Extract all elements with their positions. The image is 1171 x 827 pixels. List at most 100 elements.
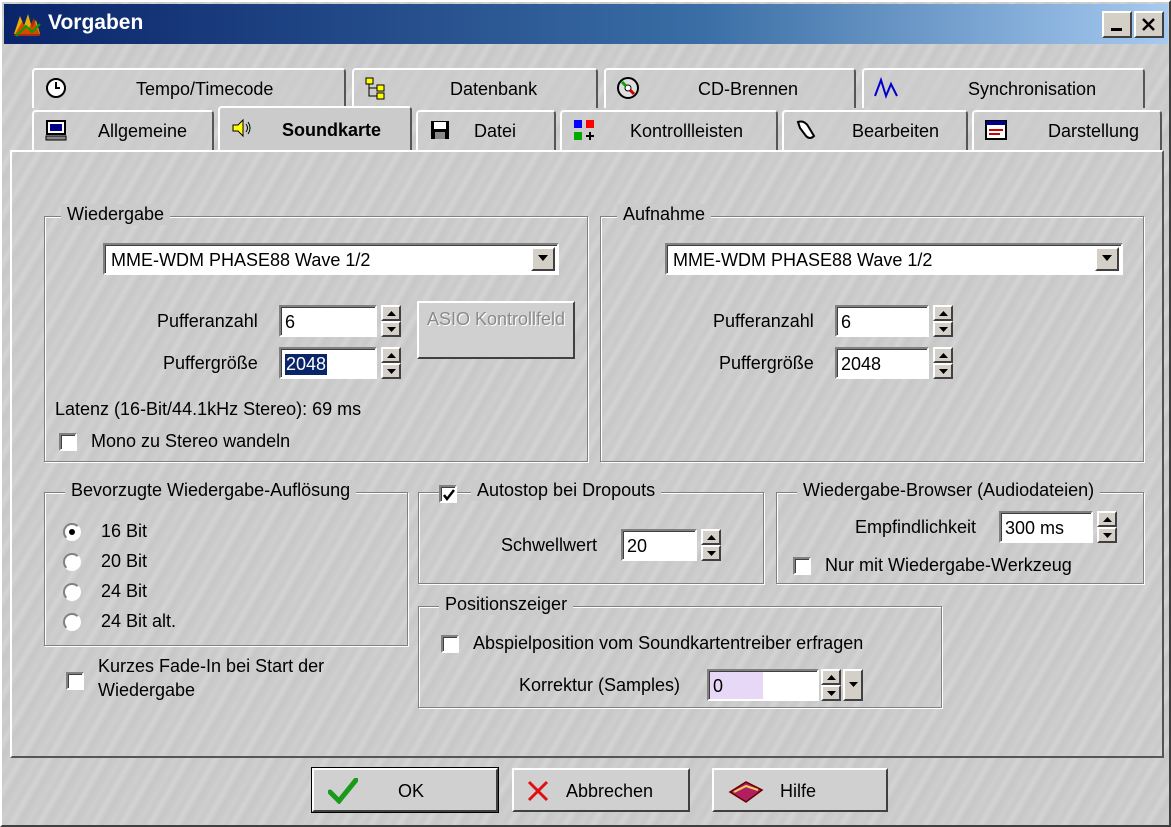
tab-synchronisation[interactable]: Synchronisation xyxy=(862,68,1145,108)
only-with-tool-checkbox[interactable] xyxy=(793,557,811,575)
playback-buffer-count-input[interactable]: 6 xyxy=(279,305,377,337)
arrow-down-icon xyxy=(939,327,948,332)
spin-down-button[interactable] xyxy=(821,685,841,701)
database-icon xyxy=(365,77,385,100)
spin-up-button[interactable] xyxy=(381,305,401,321)
playback-buffer-size-input[interactable]: 2048 xyxy=(279,347,377,379)
position-group: Positionszeiger Abspielposition vom Soun… xyxy=(418,594,942,708)
spin-down-button[interactable] xyxy=(381,321,401,337)
computer-icon xyxy=(45,120,67,141)
recording-buffer-count-spinner[interactable] xyxy=(933,305,953,337)
tab-datei[interactable]: Datei xyxy=(416,110,556,150)
tab-label: Kontrollleisten xyxy=(630,121,744,141)
recording-device-dropdown-button[interactable] xyxy=(1095,247,1119,271)
correction-dropdown-button[interactable] xyxy=(843,669,863,701)
edit-icon xyxy=(796,120,816,139)
clock-icon xyxy=(46,78,66,98)
recording-buffer-size-spinner[interactable] xyxy=(933,347,953,379)
spin-down-button[interactable] xyxy=(933,363,953,379)
title-bar[interactable]: Vorgaben xyxy=(4,4,1168,44)
threshold-spinner[interactable] xyxy=(701,529,721,561)
playback-group: Wiedergabe MME-WDM PHASE88 Wave 1/2 Puff… xyxy=(44,204,588,462)
spin-down-button[interactable] xyxy=(381,363,401,379)
recording-device-select[interactable]: MME-WDM PHASE88 Wave 1/2 xyxy=(665,243,1123,275)
fade-in-checkbox[interactable] xyxy=(66,672,84,690)
spin-up-button[interactable] xyxy=(933,347,953,363)
radio-24-bit-alt[interactable] xyxy=(63,613,81,631)
threshold-input[interactable]: 20 xyxy=(621,529,697,561)
window-title: Vorgaben xyxy=(48,11,144,34)
position-legend: Positionszeiger xyxy=(439,594,574,615)
autostop-checkbox[interactable] xyxy=(439,485,457,503)
tab-allgemeine[interactable]: Allgemeine xyxy=(32,110,214,150)
spin-down-button[interactable] xyxy=(933,321,953,337)
recording-buffer-count-input[interactable]: 6 xyxy=(835,305,929,337)
recording-buffer-count-label: Pufferanzahl xyxy=(713,311,814,331)
minimize-icon xyxy=(1111,28,1122,31)
mono-to-stereo-checkbox[interactable] xyxy=(59,433,77,451)
playback-legend: Wiedergabe xyxy=(61,204,171,225)
resolution-group: Bevorzugte Wiedergabe-Auflösung 16 Bit 2… xyxy=(44,480,408,646)
asio-control-panel-button[interactable]: ASIO Kontrollfeld xyxy=(417,301,575,359)
ok-button[interactable]: OK xyxy=(311,767,499,813)
tab-bearbeiten[interactable]: Bearbeiten xyxy=(782,110,968,150)
radio-24-bit-label: 24 Bit xyxy=(101,581,148,601)
recording-buffer-size-input[interactable]: 2048 xyxy=(835,347,929,379)
help-button[interactable]: Hilfe xyxy=(712,768,888,812)
recording-legend: Aufnahme xyxy=(617,204,712,225)
playback-buffer-size-spinner[interactable] xyxy=(381,347,401,379)
checkmark-icon xyxy=(443,489,455,502)
close-button[interactable] xyxy=(1134,11,1164,38)
spin-down-button[interactable] xyxy=(1097,527,1117,543)
playback-device-dropdown-button[interactable] xyxy=(531,247,555,271)
tab-soundkarte[interactable]: Soundkarte xyxy=(218,106,412,150)
arrow-down-icon xyxy=(387,327,396,332)
arrow-up-icon xyxy=(1103,517,1112,522)
radio-20-bit[interactable] xyxy=(63,553,81,571)
cancel-button[interactable]: Abbrechen xyxy=(512,768,690,812)
tab-label: Tempo/Timecode xyxy=(136,79,274,99)
floppy-icon xyxy=(431,121,449,139)
query-position-checkbox[interactable] xyxy=(441,635,459,653)
tab-cd-brennen[interactable]: CD-Brennen xyxy=(604,68,856,108)
tab-darstellung[interactable]: Darstellung xyxy=(972,110,1162,150)
only-with-tool-label: Nur mit Wiedergabe-Werkzeug xyxy=(825,555,1072,575)
playback-buffer-size-value: 2048 xyxy=(285,354,328,375)
recording-buffer-count-value: 6 xyxy=(841,312,852,332)
spin-up-button[interactable] xyxy=(381,347,401,363)
playback-device-select[interactable]: MME-WDM PHASE88 Wave 1/2 xyxy=(103,243,559,275)
close-icon xyxy=(1142,18,1155,31)
arrow-up-icon xyxy=(387,353,396,358)
playback-device-value: MME-WDM PHASE88 Wave 1/2 xyxy=(111,250,371,270)
spin-up-button[interactable] xyxy=(1097,511,1117,527)
display-icon xyxy=(985,120,1007,140)
mono-to-stereo-label: Mono zu Stereo wandeln xyxy=(91,431,291,451)
tab-kontrollleisten[interactable]: Kontrollleisten xyxy=(560,110,778,150)
radio-16-bit[interactable] xyxy=(63,523,81,541)
latency-text: Latenz (16-Bit/44.1kHz Stereo): 69 ms xyxy=(55,399,362,419)
correction-input[interactable]: 0 xyxy=(707,669,819,701)
spin-up-button[interactable] xyxy=(701,529,721,545)
tab-tempo-timecode[interactable]: Tempo/Timecode xyxy=(32,68,346,108)
correction-dropdown[interactable] xyxy=(843,669,863,701)
autostop-legend: Autostop bei Dropouts xyxy=(471,480,662,501)
radio-24-bit[interactable] xyxy=(63,583,81,601)
autostop-group: Autostop bei Dropouts Schwellwert 20 xyxy=(418,480,764,584)
tab-datenbank[interactable]: Datenbank xyxy=(352,68,598,108)
playback-buffer-count-spinner[interactable] xyxy=(381,305,401,337)
playback-buffer-count-value: 6 xyxy=(285,312,296,332)
asio-button-label: ASIO Kontrollfeld xyxy=(426,309,566,329)
chevron-down-icon xyxy=(1102,255,1112,261)
correction-spinner[interactable] xyxy=(821,669,841,701)
spin-down-button[interactable] xyxy=(701,545,721,561)
fade-in-label-line2: Wiedergabe xyxy=(98,680,196,700)
minimize-button[interactable] xyxy=(1102,11,1132,38)
threshold-label: Schwellwert xyxy=(501,535,598,555)
spin-up-button[interactable] xyxy=(933,305,953,321)
sensitivity-spinner[interactable] xyxy=(1097,511,1117,543)
sensitivity-input[interactable]: 300 ms xyxy=(999,511,1093,543)
radio-selected-dot xyxy=(69,529,75,535)
spin-up-button[interactable] xyxy=(821,669,841,685)
arrow-down-icon xyxy=(707,551,716,556)
radio-16-bit-label: 16 Bit xyxy=(101,521,148,541)
